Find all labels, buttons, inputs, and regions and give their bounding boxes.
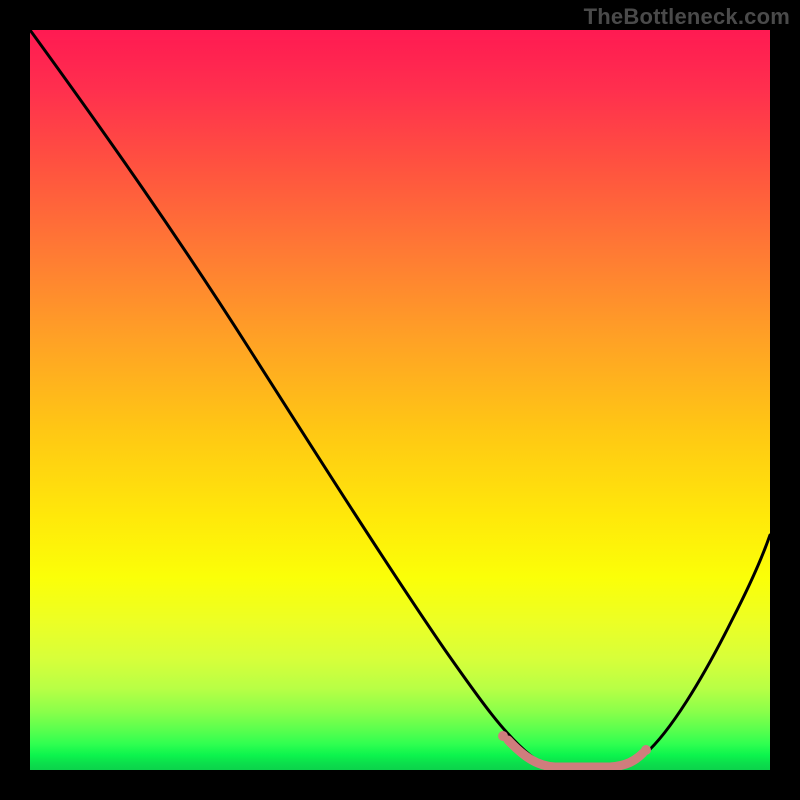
- bottleneck-curve-path: [30, 30, 770, 768]
- plot-area: [30, 30, 770, 770]
- chart-frame: TheBottleneck.com: [0, 0, 800, 800]
- watermark-text: TheBottleneck.com: [584, 4, 790, 30]
- curve-layer: [30, 30, 770, 770]
- optimal-band-dot-right: [641, 745, 651, 755]
- optimal-band: [498, 731, 651, 767]
- optimal-band-stroke: [508, 740, 643, 767]
